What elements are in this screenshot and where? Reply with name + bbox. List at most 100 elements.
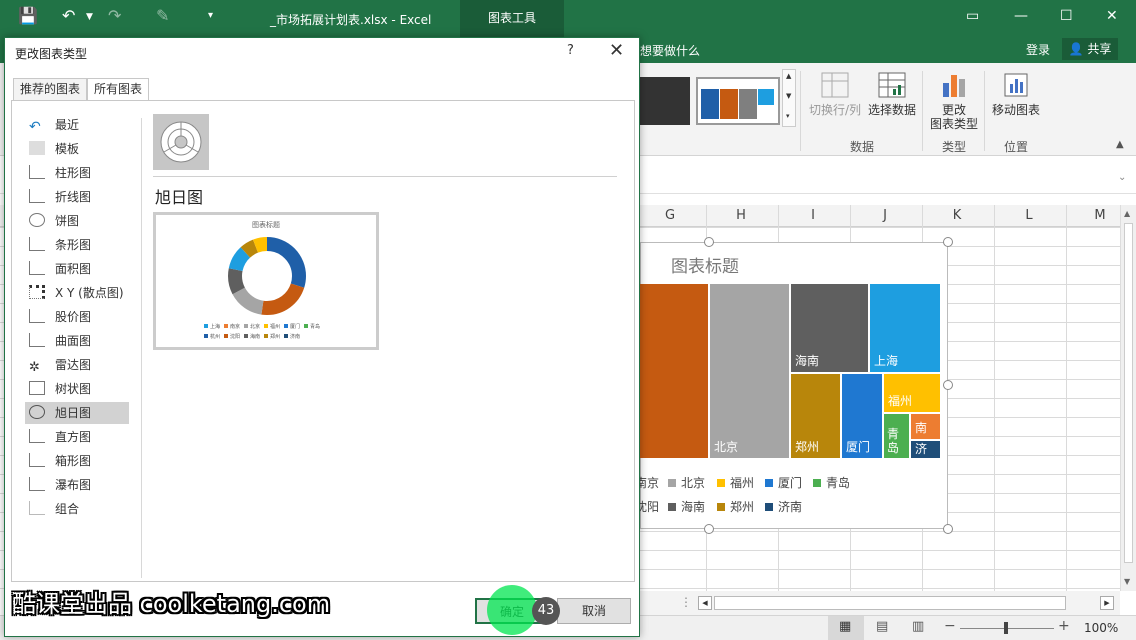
chart-type-item[interactable]: 模板 [25, 138, 129, 160]
chart-type-item[interactable]: X Y (散点图) [25, 282, 129, 304]
scroll-up-icon[interactable]: ▲ [1124, 209, 1130, 218]
switch-row-column-button[interactable]: 切换行/列 [806, 71, 864, 117]
maximize-icon[interactable]: ☐ [1060, 8, 1073, 24]
horizontal-scroll-thumb[interactable] [714, 596, 1066, 610]
chart-type-item[interactable]: 柱形图 [25, 162, 129, 184]
treemap-cell[interactable]: 郑州 [791, 374, 840, 458]
scroll-down-icon[interactable]: ▼ [1124, 577, 1130, 586]
chart-type-item[interactable]: 瀑布图 [25, 474, 129, 496]
ribbon-display-icon[interactable]: ▭ [966, 8, 979, 24]
treemap-cell-nanjing[interactable] [637, 284, 708, 458]
treemap-cell[interactable]: 福州 [884, 374, 940, 412]
resize-handle[interactable] [943, 380, 953, 390]
collapse-ribbon-icon[interactable]: ▲ [1116, 139, 1124, 150]
chart-type-item[interactable]: ↶ 最近 [25, 114, 129, 136]
zoom-level[interactable]: 100% [1084, 621, 1118, 635]
zoom-in-icon[interactable]: + [1058, 618, 1070, 634]
chart-type-item[interactable]: 折线图 [25, 186, 129, 208]
format-painter-icon[interactable]: ✎ [156, 6, 169, 25]
close-window-icon[interactable]: ✕ [1106, 8, 1118, 24]
chart-type-item[interactable]: 曲面图 [25, 330, 129, 352]
vertical-scroll-thumb[interactable] [1124, 223, 1133, 563]
column-header[interactable]: I [803, 208, 823, 223]
legend-entry[interactable]: 海南 [668, 498, 705, 515]
customize-qat-icon[interactable]: ▾ [208, 10, 213, 21]
column-header[interactable]: H [731, 208, 751, 223]
scroll-right-icon[interactable]: ▶ [1100, 596, 1114, 610]
tab-all-charts[interactable]: 所有图表 [87, 78, 150, 101]
legend-entry[interactable]: 福州 [717, 474, 754, 491]
chart-type-item[interactable]: ✲ 雷达图 [25, 354, 129, 376]
normal-view-button[interactable]: ▦ [828, 616, 864, 640]
move-chart-button[interactable]: 移动图表 [990, 71, 1042, 117]
treemap-cell[interactable]: 海南 [791, 284, 868, 372]
legend-entry[interactable]: 北京 [668, 474, 705, 491]
close-icon[interactable]: ✕ [609, 40, 624, 61]
page-break-icon[interactable]: ▥ [912, 619, 924, 634]
treemap-cell[interactable]: 青岛 [884, 414, 909, 458]
undo-dropdown-icon[interactable]: ▼ [86, 12, 93, 22]
chart-type-label: 雷达图 [55, 358, 92, 372]
zoom-slider-thumb[interactable] [1004, 622, 1008, 634]
document-title: _市场拓展计划表.xlsx - Excel [270, 13, 432, 27]
chart-type-item[interactable]: 组合 [25, 498, 129, 520]
cancel-button[interactable]: 取消 [557, 598, 631, 624]
redo-icon[interactable]: ↷ [108, 6, 121, 25]
resize-handle[interactable] [704, 524, 714, 534]
recent-icon: ↶ [29, 119, 41, 135]
zoom-out-icon[interactable]: − [944, 618, 956, 634]
save-icon[interactable]: 💾 [18, 6, 38, 25]
scroll-left-icon[interactable]: ◀ [698, 596, 712, 610]
treemap-cell[interactable]: 北京 [710, 284, 789, 458]
treemap-cell[interactable]: 厦门 [842, 374, 882, 458]
sunburst-subtype-thumbnail[interactable] [153, 114, 209, 170]
resize-handle[interactable] [704, 237, 714, 247]
column-header[interactable]: M [1090, 208, 1110, 223]
column-header[interactable]: G [660, 208, 680, 223]
legend-entry[interactable]: 厦门 [765, 474, 802, 491]
legend-entry[interactable]: 郑州 [717, 498, 754, 515]
treemap-cell[interactable]: 上海 [870, 284, 940, 372]
change-chart-type-button[interactable]: 更改 图表类型 [928, 71, 980, 131]
help-icon[interactable]: ? [567, 43, 574, 58]
resize-handle[interactable] [943, 524, 953, 534]
column-header[interactable]: J [875, 208, 895, 223]
chart-type-item[interactable]: 树状图 [25, 378, 129, 400]
chart-title[interactable]: 图表标题 [671, 252, 739, 277]
column-header[interactable]: L [1019, 208, 1039, 223]
expand-formula-icon[interactable]: ⌄ [1118, 172, 1126, 183]
vertical-scrollbar[interactable]: ▲ ▼ [1120, 205, 1136, 591]
treemap-chart[interactable]: 图表标题 北京 海南 上海 郑州 厦门 福州 青岛 南 济 南京 北京 福州 厦… [635, 237, 953, 534]
chart-type-item-selected[interactable]: 旭日图 [25, 402, 129, 424]
radar-chart-icon: ✲ [29, 360, 40, 375]
minimize-icon[interactable]: — [1014, 8, 1028, 24]
tab-recommended-charts[interactable]: 推荐的图表 [13, 78, 88, 100]
select-data-button[interactable]: 选择数据 [866, 71, 918, 117]
chart-type-item[interactable]: 饼图 [25, 210, 129, 232]
legend-entry[interactable]: 济南 [765, 498, 802, 515]
login-link[interactable]: 登录 [1026, 41, 1050, 58]
legend-entry[interactable]: 青岛 [813, 474, 850, 491]
gallery-up-icon[interactable]: ▲ [786, 72, 791, 80]
resize-handle[interactable] [943, 237, 953, 247]
chart-style-thumb-1[interactable] [640, 77, 690, 125]
chart-type-item[interactable]: 条形图 [25, 234, 129, 256]
gallery-more-icon[interactable]: ▾ [786, 112, 790, 120]
chart-type-item[interactable]: 箱形图 [25, 450, 129, 472]
chart-type-item[interactable]: 股价图 [25, 306, 129, 328]
undo-icon[interactable]: ↶ [62, 6, 75, 25]
page-layout-icon[interactable]: ▤ [876, 619, 888, 634]
chart-style-thumb-2[interactable] [696, 77, 780, 125]
treemap-cell[interactable]: 济 [911, 441, 940, 458]
sheet-tab-more-icon[interactable]: ⋮ [680, 595, 692, 609]
tell-me-search[interactable]: 想要做什么 [640, 42, 700, 59]
gallery-scroll[interactable]: ▲ ▼ ▾ [782, 69, 796, 127]
chart-preview[interactable]: 图表标题 上海 南京 北京 福州 厦门 青岛 杭州 沈阳 海南 郑州 济南 [153, 212, 379, 350]
share-button[interactable]: 👤 共享 [1062, 38, 1118, 60]
treemap-label: 上海 [874, 354, 899, 368]
column-header[interactable]: K [947, 208, 967, 223]
chart-type-item[interactable]: 直方图 [25, 426, 129, 448]
chart-type-item[interactable]: 面积图 [25, 258, 129, 280]
treemap-cell[interactable]: 南 [911, 414, 940, 439]
gallery-down-icon[interactable]: ▼ [786, 92, 791, 100]
